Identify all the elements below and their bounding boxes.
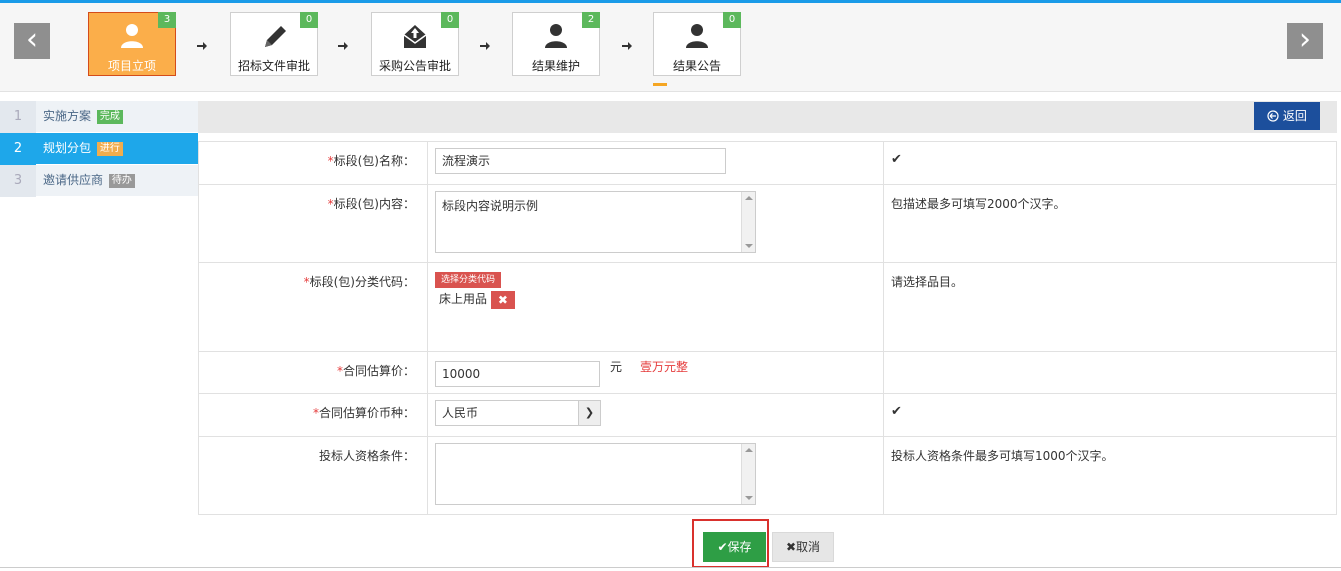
category-name: 床上用品 <box>439 292 488 306</box>
arrow-right-icon <box>338 42 348 50</box>
currency-unit: 元 <box>610 360 623 374</box>
form-label: 投标人资格条件： <box>198 436 428 515</box>
step-count-badge: 0 <box>441 12 459 28</box>
sidebar-item-text: 规划分包 <box>43 141 92 155</box>
sub-step-sidebar: 1 实施方案 完成 2 规划分包 进行 3 邀请供应商 待办 <box>0 101 198 197</box>
status-badge: 待办 <box>108 174 135 188</box>
sidebar-item-implementation-plan[interactable]: 1 实施方案 完成 <box>0 101 198 133</box>
form-row-content: *标段(包)内容： 标段内容说明示例 包描述最多可填写2000个汉字。 <box>198 184 1337 263</box>
form-input-cell: 选择分类代码 床上用品 ✖ <box>427 262 884 352</box>
currency-selected-value: 人民币 <box>442 406 479 420</box>
status-badge: 进行 <box>96 142 123 156</box>
step-result-maintenance[interactable]: 结果维护 2 <box>512 12 600 76</box>
scroll-up-icon <box>745 196 753 200</box>
bidder-qualification-textarea[interactable] <box>435 443 756 505</box>
chevron-down-icon[interactable]: ❯ <box>578 401 600 425</box>
form-label: *标段(包)内容： <box>198 184 428 263</box>
step-label: 采购公告审批 <box>378 59 451 73</box>
sidebar-item-label: 邀请供应商 待办 <box>43 165 135 195</box>
currency-select[interactable]: 人民币 ❯ <box>435 400 601 426</box>
form-input-cell: 人民币 ❯ <box>427 393 884 437</box>
form-input-cell: 10000 元 壹万元整 <box>427 351 884 394</box>
form-input-cell: 流程演示 <box>427 141 884 185</box>
arrow-right-icon <box>480 42 490 50</box>
form-hint: 投标人资格条件最多可填写1000个汉字。 <box>883 436 1337 515</box>
form-label: *标段(包)分类代码： <box>198 262 428 352</box>
current-step-indicator <box>653 83 667 86</box>
next-arrow-button[interactable]: › <box>1287 23 1323 59</box>
step-result-notice[interactable]: 结果公告 0 <box>653 12 741 76</box>
step-count-badge: 3 <box>158 12 176 28</box>
sidebar-item-package-planning[interactable]: 2 规划分包 进行 <box>0 133 198 165</box>
form-hint: 包描述最多可填写2000个汉字。 <box>883 184 1337 263</box>
label-text: 标段(包)名称： <box>333 154 415 168</box>
form-row-name: *标段(包)名称： 流程演示 ✔ <box>198 141 1337 185</box>
textarea-scrollbar[interactable] <box>741 192 755 252</box>
form-hint: ✔ <box>883 141 1337 185</box>
save-button[interactable]: ✔保存 <box>703 532 766 562</box>
form-row-category: *标段(包)分类代码： 选择分类代码 床上用品 ✖ 请选择品目。 <box>198 262 1337 352</box>
sidebar-item-text: 实施方案 <box>43 109 92 123</box>
form-input-cell <box>427 436 884 515</box>
sidebar-item-invite-suppliers[interactable]: 3 邀请供应商 待办 <box>0 165 198 197</box>
scroll-down-icon <box>745 244 753 248</box>
sidebar-item-text: 邀请供应商 <box>43 173 104 187</box>
step-count-badge: 2 <box>582 12 600 28</box>
package-form: *标段(包)名称： 流程演示 ✔ *标段(包)内容： 标段内容说明示例 包描述最… <box>198 141 1337 515</box>
prev-arrow-button[interactable]: ‹ <box>14 23 50 59</box>
form-row-price: *合同估算价： 10000 元 壹万元整 <box>198 351 1337 394</box>
remove-category-button[interactable]: ✖ <box>490 290 515 309</box>
amount-in-words: 壹万元整 <box>640 360 689 374</box>
step-count-badge: 0 <box>723 12 741 28</box>
step-tender-doc-approval[interactable]: 招标文件审批 0 <box>230 12 318 76</box>
sidebar-item-label: 规划分包 进行 <box>43 133 123 163</box>
form-hint: ✔ <box>883 393 1337 437</box>
sidebar-item-number: 1 <box>0 101 36 133</box>
step-purchase-notice-approval[interactable]: 采购公告审批 0 <box>371 12 459 76</box>
step-project-setup[interactable]: 项目立项 3 <box>88 12 176 76</box>
package-name-input[interactable]: 流程演示 <box>435 148 726 174</box>
check-icon: ✔ <box>891 404 902 419</box>
step-count-badge: 0 <box>300 12 318 28</box>
form-label: *合同估算价： <box>198 351 428 394</box>
form-row-qualification: 投标人资格条件： 投标人资格条件最多可填写1000个汉字。 <box>198 436 1337 515</box>
sidebar-item-number: 2 <box>0 133 36 165</box>
back-button[interactable]: 返回 <box>1254 102 1320 130</box>
estimated-price-input[interactable]: 10000 <box>435 361 600 387</box>
label-text: 合同估算价： <box>342 364 415 378</box>
scroll-down-icon <box>745 496 753 500</box>
label-text: 合同估算价币种： <box>318 406 415 420</box>
sidebar-item-label: 实施方案 完成 <box>43 101 123 131</box>
textarea-scrollbar[interactable] <box>741 444 755 504</box>
arrow-right-icon <box>622 42 632 50</box>
form-hint <box>883 351 1337 394</box>
arrow-right-icon <box>197 42 207 50</box>
check-icon: ✔ <box>891 152 902 167</box>
selected-category-item: 床上用品 ✖ <box>435 290 876 309</box>
package-content-textarea[interactable]: 标段内容说明示例 <box>435 191 756 253</box>
workflow-step-bar: ‹ 项目立项 3 招标文件审批 0 采购公告审批 0 结果维护 2 结果公告 0… <box>0 3 1341 92</box>
label-text: 标段(包)分类代码： <box>309 275 415 289</box>
status-badge: 完成 <box>96 110 123 124</box>
step-label: 招标文件审批 <box>237 59 310 73</box>
form-label: *标段(包)名称： <box>198 141 428 185</box>
form-label: *合同估算价币种： <box>198 393 428 437</box>
bottom-divider <box>0 567 1341 568</box>
step-label: 结果公告 <box>672 59 721 73</box>
scroll-up-icon <box>745 448 753 452</box>
label-text: 标段(包)内容： <box>333 197 415 211</box>
form-hint-error: 请选择品目。 <box>883 262 1337 352</box>
step-label: 项目立项 <box>107 59 156 73</box>
back-circle-icon <box>1267 110 1279 122</box>
form-row-currency: *合同估算价币种： 人民币 ❯ ✔ <box>198 393 1337 437</box>
select-category-button[interactable]: 选择分类代码 <box>435 272 502 288</box>
form-input-cell: 标段内容说明示例 <box>427 184 884 263</box>
sidebar-item-number: 3 <box>0 165 36 197</box>
content-header <box>198 101 1337 133</box>
cancel-button[interactable]: ✖取消 <box>772 532 834 562</box>
textarea-text: 标段内容说明示例 <box>442 199 539 213</box>
step-label: 结果维护 <box>531 59 580 73</box>
back-button-label: 返回 <box>1282 109 1307 123</box>
